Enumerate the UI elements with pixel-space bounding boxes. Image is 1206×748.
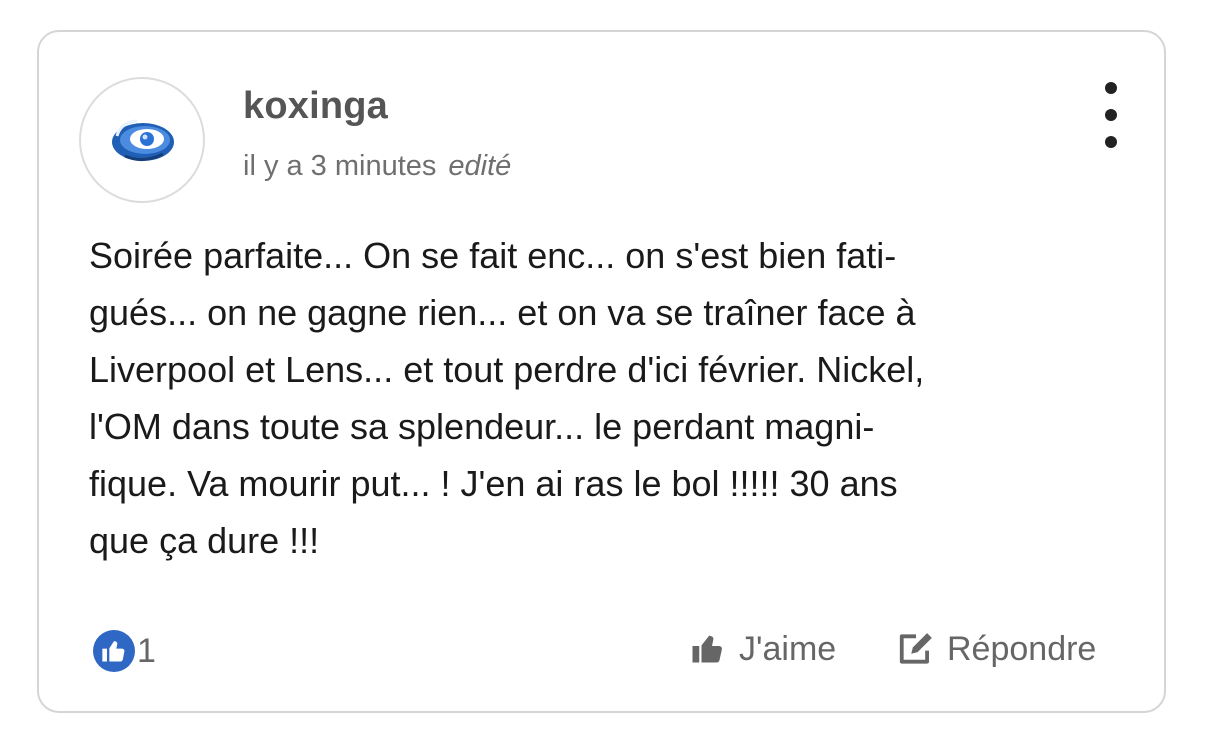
timestamp: il y a 3 minutes <box>243 150 437 182</box>
like-count: 1 <box>137 631 156 670</box>
more-vertical-icon <box>1105 82 1117 94</box>
comment-card: koxinga il y a 3 minutes edité Soirée par… <box>37 30 1166 713</box>
more-options-button[interactable] <box>1089 82 1133 148</box>
comment-line: fique. Va mourir put... ! J'en ai ras le… <box>89 463 898 504</box>
avatar[interactable] <box>79 77 205 203</box>
reply-button[interactable]: Répondre <box>897 626 1096 672</box>
like-button[interactable]: J'aime <box>691 626 836 672</box>
comment-line: Soirée parfaite... On se fait enc... on … <box>89 235 897 276</box>
thumbs-up-icon <box>93 630 135 672</box>
comment-body: Soirée parfaite... On se fait enc... on … <box>89 227 1119 569</box>
comment-line: gués... on ne gagne rien... et on va se … <box>89 292 916 333</box>
comment-meta: il y a 3 minutes edité <box>243 150 511 183</box>
thumbs-up-icon <box>691 631 727 667</box>
author-name[interactable]: koxinga <box>243 85 388 128</box>
like-button-label: J'aime <box>739 629 837 668</box>
avatar-logo-icon <box>112 119 174 161</box>
edited-label: edité <box>448 150 512 182</box>
comment-line: l'OM dans toute sa splendeur... le perda… <box>89 406 875 447</box>
like-summary[interactable]: 1 <box>93 629 156 673</box>
comment-line: que ça dure !!! <box>89 520 320 561</box>
edit-icon <box>897 630 935 668</box>
reply-button-label: Répondre <box>947 629 1097 668</box>
comment-line: Liverpool et Lens... et tout perdre d'ic… <box>89 349 925 390</box>
